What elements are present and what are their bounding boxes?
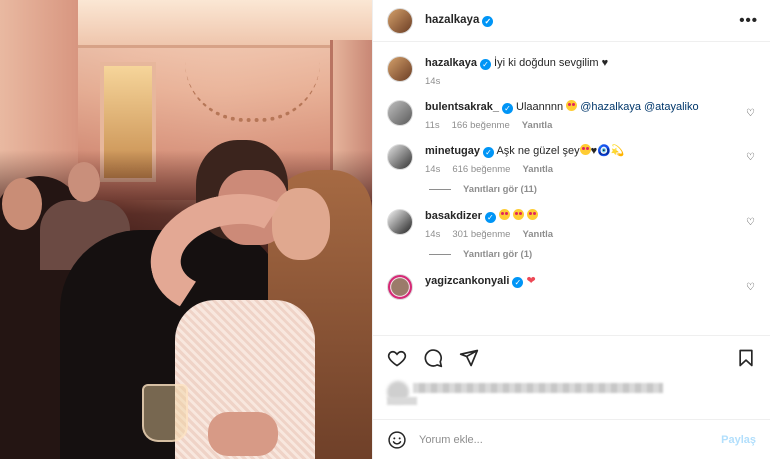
comment-item: yagizcankonyali ✓ ❤ ♡ <box>387 274 756 300</box>
avatar[interactable] <box>387 144 413 170</box>
comment-item: minetugay ✓ Aşk ne güzel şey ♥🧿💫 14s 616 be… <box>387 144 756 175</box>
reply-button[interactable]: Yanıtla <box>522 164 553 175</box>
red-heart-emoji-icon: ❤ <box>526 275 536 287</box>
comments-list[interactable]: hazalkaya ✓ İyi ki doğdun sevgilim ♥ 14s … <box>373 42 770 335</box>
avatar[interactable] <box>387 274 413 300</box>
caption-text: İyi ki doğdun sevgilim ♥ <box>494 57 609 69</box>
view-replies-button[interactable]: Yanıtları gör (1) <box>429 249 756 260</box>
reply-button[interactable]: Yanıtla <box>522 229 553 240</box>
like-comment-heart-icon[interactable]: ♡ <box>746 152 756 163</box>
likes-summary-blurred <box>373 379 770 419</box>
view-replies-button[interactable]: Yanıtları gör (11) <box>429 184 756 195</box>
like-comment-heart-icon[interactable]: ♡ <box>746 217 756 228</box>
emoji-smiley-icon[interactable] <box>387 430 407 450</box>
comment-likes[interactable]: 166 beğenme <box>452 120 510 131</box>
heart-eyes-emoji-icon <box>579 144 591 155</box>
comment-time[interactable]: 14s <box>425 164 440 175</box>
divider <box>429 189 451 190</box>
comment-mentions[interactable]: @hazalkaya @atayaliko <box>580 101 698 113</box>
comment-username[interactable]: basakdizer <box>425 210 482 222</box>
heart-eyes-emoji-icon <box>527 209 539 220</box>
post-header: hazalkaya ✓ ••• <box>373 0 770 42</box>
verified-icon: ✓ <box>482 16 494 27</box>
comment-item: basakdizer ✓ 14s 301 beğenme Yanıtla ♡ <box>387 209 756 240</box>
caption-time[interactable]: 14s <box>425 76 440 87</box>
more-options-icon[interactable]: ••• <box>739 12 758 29</box>
divider <box>429 254 451 255</box>
post-comment-button[interactable]: Paylaş <box>721 434 756 446</box>
verified-icon: ✓ <box>501 103 513 114</box>
comment-text: Ulaannnn <box>516 101 564 113</box>
bookmark-icon[interactable] <box>736 348 756 368</box>
post-photo[interactable] <box>0 0 372 459</box>
comment-username[interactable]: yagizcankonyali <box>425 275 509 287</box>
like-comment-heart-icon[interactable]: ♡ <box>746 108 756 119</box>
comment-composer: Paylaş <box>373 419 770 459</box>
heart-eyes-emoji-icon <box>513 209 524 220</box>
heart-eyes-emoji-icon <box>566 100 578 111</box>
comment-input[interactable] <box>419 433 722 446</box>
comment-emojis: ♥🧿💫 <box>590 145 625 157</box>
author-avatar[interactable] <box>387 7 413 34</box>
comment-username[interactable]: minetugay <box>425 145 480 157</box>
comment-likes[interactable]: 301 beğenme <box>452 229 510 240</box>
verified-icon: ✓ <box>483 147 495 158</box>
caption-username[interactable]: hazalkaya <box>425 57 477 69</box>
avatar[interactable] <box>387 209 413 235</box>
verified-icon: ✓ <box>484 212 496 223</box>
comment-time[interactable]: 14s <box>425 229 440 240</box>
avatar[interactable] <box>387 100 413 126</box>
comment-item: bulentsakrak_ ✓ Ulaannnn @hazalkaya @atay… <box>387 100 756 131</box>
post-sidebar: hazalkaya ✓ ••• hazalkaya ✓ İyi ki doğdun … <box>372 0 770 459</box>
comment-text: Aşk ne güzel şey <box>496 145 580 157</box>
comment-time[interactable]: 11s <box>425 120 440 131</box>
verified-icon: ✓ <box>512 277 524 288</box>
action-bar <box>373 335 770 379</box>
comment-likes[interactable]: 616 beğenme <box>452 164 510 175</box>
verified-icon: ✓ <box>479 59 491 70</box>
instagram-post: hazalkaya ✓ ••• hazalkaya ✓ İyi ki doğdun … <box>0 0 770 459</box>
comment-username[interactable]: bulentsakrak_ <box>425 101 499 113</box>
reply-button[interactable]: Yanıtla <box>522 120 553 131</box>
share-send-icon[interactable] <box>459 348 479 368</box>
comment-bubble-icon[interactable] <box>423 348 443 368</box>
author-username[interactable]: hazalkaya ✓ <box>425 14 494 27</box>
avatar[interactable] <box>387 56 413 82</box>
like-heart-icon[interactable] <box>387 348 407 368</box>
heart-eyes-emoji-icon <box>498 209 510 220</box>
like-comment-heart-icon[interactable]: ♡ <box>746 282 756 293</box>
caption: hazalkaya ✓ İyi ki doğdun sevgilim ♥ 14s <box>387 56 756 87</box>
